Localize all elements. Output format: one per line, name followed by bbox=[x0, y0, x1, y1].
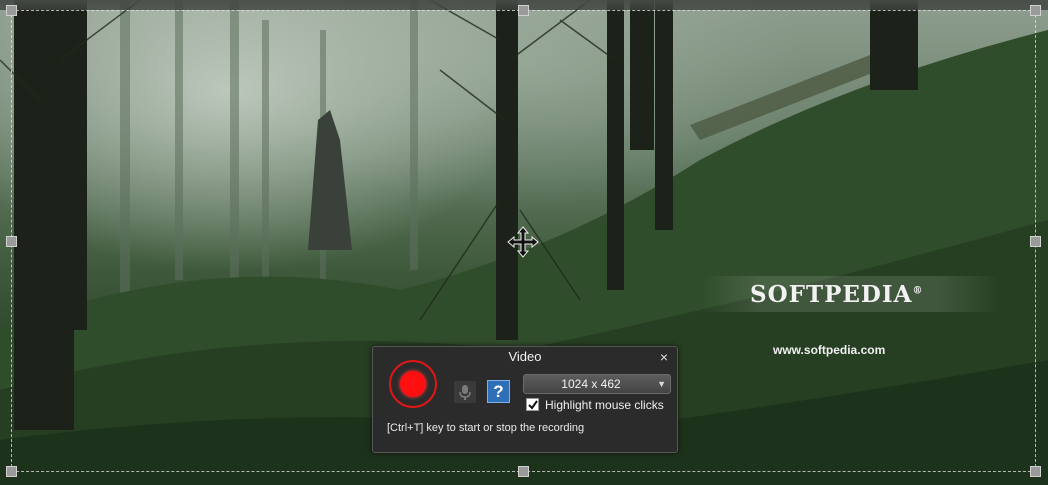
move-cursor-icon bbox=[507, 226, 539, 258]
watermark-brand: SOFTPEDIA® bbox=[750, 281, 924, 308]
resize-handle-right[interactable] bbox=[1030, 236, 1041, 247]
resize-handle-bottom-right[interactable] bbox=[1030, 466, 1041, 477]
resize-handle-bottom-left[interactable] bbox=[6, 466, 17, 477]
resize-handle-left[interactable] bbox=[6, 236, 17, 247]
watermark-url: www.softpedia.com bbox=[773, 343, 886, 357]
resize-handle-top[interactable] bbox=[518, 5, 529, 16]
close-icon[interactable]: × bbox=[660, 349, 668, 365]
shortcut-hint: [Ctrl+T] key to start or stop the record… bbox=[387, 422, 585, 434]
resolution-value: 1024 x 462 bbox=[561, 377, 621, 391]
microphone-button[interactable] bbox=[454, 381, 476, 403]
resize-handle-top-left[interactable] bbox=[6, 5, 17, 16]
resolution-dropdown[interactable]: 1024 x 462 ▼ bbox=[523, 374, 671, 394]
record-button[interactable] bbox=[389, 360, 437, 408]
record-icon bbox=[400, 371, 426, 397]
microphone-icon bbox=[459, 385, 471, 400]
video-recording-dialog[interactable]: Video × ? 1024 x 462 ▼ Highlight mouse c… bbox=[372, 346, 678, 453]
highlight-clicks-checkbox[interactable] bbox=[526, 398, 539, 411]
help-button[interactable]: ? bbox=[487, 380, 510, 403]
highlight-clicks-label: Highlight mouse clicks bbox=[545, 398, 664, 412]
chevron-down-icon: ▼ bbox=[657, 379, 666, 389]
resize-handle-bottom[interactable] bbox=[518, 466, 529, 477]
checkmark-icon bbox=[528, 400, 538, 410]
resize-handle-top-right[interactable] bbox=[1030, 5, 1041, 16]
